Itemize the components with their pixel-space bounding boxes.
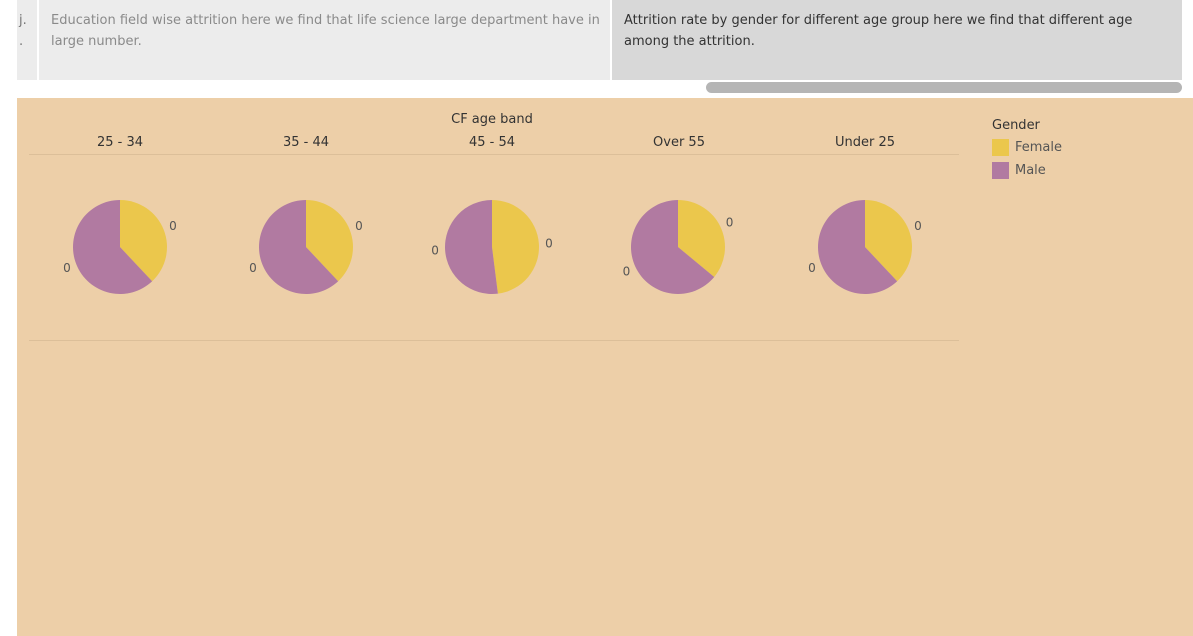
story-point-partial[interactable]: j. . — [17, 0, 37, 80]
pie-value-label-male: 0 — [431, 244, 439, 258]
pie-chart-area: 0 0 0 0 0 0 0 0 0 0 — [63, 200, 922, 294]
legend-item-female[interactable]: Female — [992, 136, 1062, 159]
pie-slice-male[interactable] — [444, 200, 498, 294]
legend-label-female: Female — [1015, 140, 1063, 155]
story-point-education-attrition[interactable]: Education field wise attrition here we f… — [39, 0, 610, 80]
dashboard-canvas: CF age band 25 - 34 35 - 44 45 - 54 Over… — [17, 98, 1193, 636]
pie-value-label-male: 0 — [808, 261, 816, 275]
pie-slice-female[interactable] — [492, 200, 539, 294]
story-navigator: j. . Education field wise attrition here… — [0, 0, 1193, 98]
story-horizontal-scrollbar[interactable] — [706, 82, 1182, 93]
gender-legend[interactable]: Gender Female Male — [992, 118, 1062, 182]
male-swatch — [992, 162, 1009, 179]
pie-value-label-female: 0 — [355, 219, 363, 233]
pie-value-label-male: 0 — [63, 261, 71, 275]
story-point-gender-age-attrition[interactable]: Attrition rate by gender for different a… — [612, 0, 1182, 80]
pie-value-label-female: 0 — [545, 236, 553, 250]
pie-value-label-male: 0 — [623, 264, 631, 278]
pie-value-label-male: 0 — [249, 261, 257, 275]
legend-item-male[interactable]: Male — [992, 159, 1062, 182]
legend-label-male: Male — [1015, 163, 1046, 178]
story-point-text: j. . — [19, 13, 27, 49]
legend-title: Gender — [992, 118, 1040, 133]
pie-value-label-female: 0 — [914, 219, 922, 233]
story-point-text: Education field wise attrition here we f… — [51, 13, 600, 49]
pie-value-label-female: 0 — [726, 216, 734, 230]
pie-value-label-female: 0 — [169, 219, 177, 233]
female-swatch — [992, 139, 1009, 156]
story-point-text: Attrition rate by gender for different a… — [624, 13, 1133, 49]
pane-bottom-divider — [29, 340, 959, 341]
